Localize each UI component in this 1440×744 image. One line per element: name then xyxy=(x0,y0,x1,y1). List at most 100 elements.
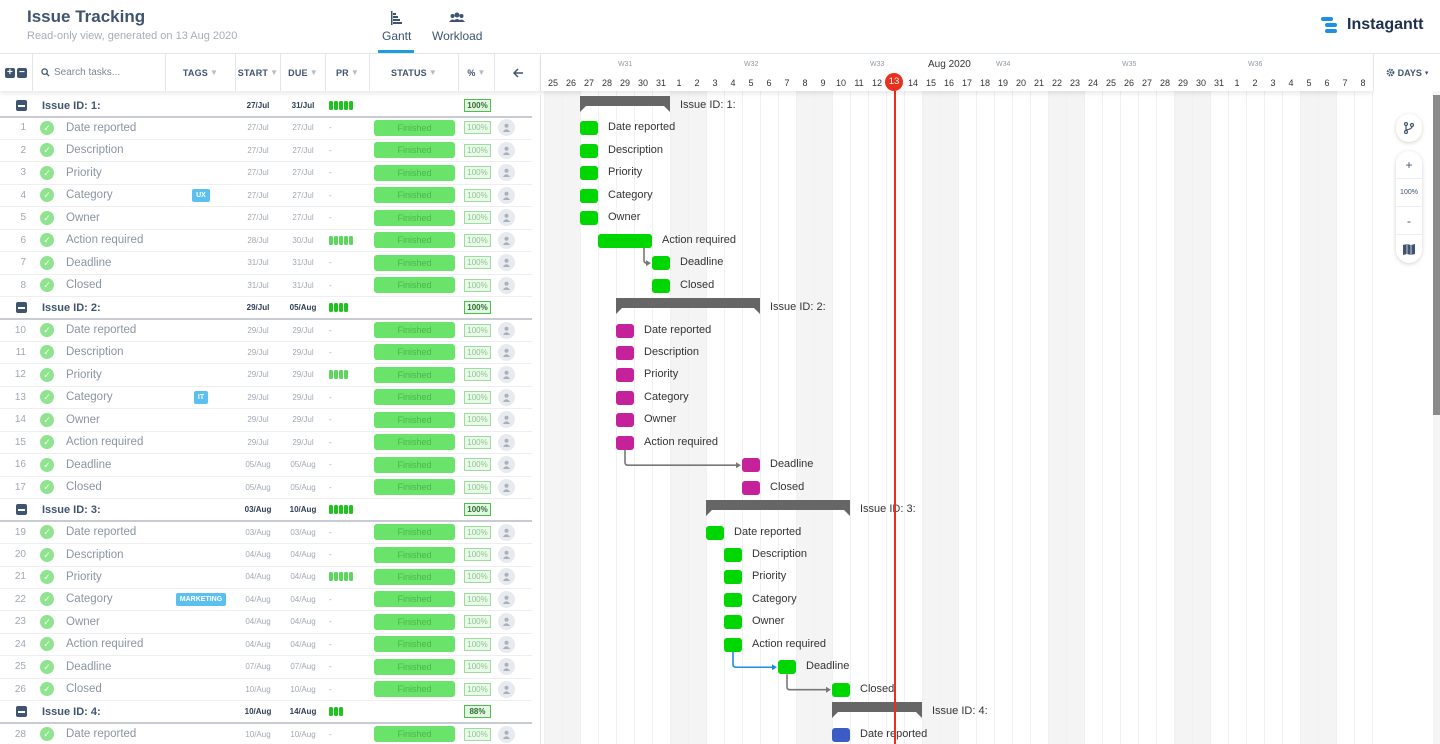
task-name[interactable]: Category xyxy=(66,387,113,408)
status-cell[interactable]: Finished xyxy=(374,611,455,632)
due-date[interactable]: 04/Aug xyxy=(281,634,325,655)
due-date[interactable]: 29/Jul xyxy=(281,432,325,453)
assignee-cell[interactable] xyxy=(498,522,516,543)
task-name[interactable]: Closed xyxy=(66,477,102,498)
start-date[interactable]: 03/Aug xyxy=(236,522,280,543)
due-date[interactable]: 29/Jul xyxy=(281,342,325,363)
status-cell[interactable]: Finished xyxy=(374,185,455,206)
complete-checkbox[interactable]: ✓ xyxy=(40,140,56,161)
task-row[interactable]: 8 ✓ Closed 31/Jul 31/Jul - Finished 100% xyxy=(0,275,532,298)
task-name[interactable]: Priority xyxy=(66,162,102,183)
group-row[interactable]: Issue ID: 2: 29/Jul 05/Aug 100% xyxy=(0,297,532,320)
priority-cell[interactable] xyxy=(326,95,370,116)
assignee-cell[interactable] xyxy=(498,566,516,587)
group-row[interactable]: Issue ID: 4: 10/Aug 14/Aug 88% xyxy=(0,701,532,724)
priority-cell[interactable] xyxy=(326,297,370,318)
status-cell[interactable]: Finished xyxy=(374,544,455,565)
assignee-cell[interactable] xyxy=(498,634,516,655)
assignee-cell[interactable] xyxy=(498,679,516,700)
status-cell[interactable]: Finished xyxy=(374,432,455,453)
collapse-all-button[interactable]: − xyxy=(17,67,27,78)
task-name[interactable]: Owner xyxy=(66,409,100,430)
task-row[interactable]: 22 ✓ Category MARKETING 04/Aug 04/Aug - Finishe… xyxy=(0,589,532,612)
due-date[interactable]: 04/Aug xyxy=(281,611,325,632)
task-name[interactable]: Deadline xyxy=(66,454,111,475)
complete-checkbox[interactable]: ✓ xyxy=(40,679,56,700)
task-name[interactable]: Closed xyxy=(66,679,102,700)
task-name[interactable]: Description xyxy=(66,140,124,161)
status-cell[interactable]: Finished xyxy=(374,162,455,183)
assignee-cell[interactable] xyxy=(498,252,516,273)
assignee-cell[interactable] xyxy=(498,387,516,408)
branch-button[interactable] xyxy=(1396,114,1422,142)
brand-logo[interactable]: Instagantt xyxy=(1321,16,1423,34)
complete-checkbox[interactable]: ✓ xyxy=(40,162,56,183)
priority-cell[interactable] xyxy=(326,499,370,520)
start-date[interactable]: 05/Aug xyxy=(236,454,280,475)
start-date[interactable]: 03/Aug xyxy=(236,499,280,520)
complete-checkbox[interactable]: ✓ xyxy=(40,275,56,296)
due-date[interactable]: 29/Jul xyxy=(281,320,325,341)
start-date[interactable]: 10/Aug xyxy=(236,679,280,700)
column-header-pr[interactable]: PR ▼ xyxy=(326,54,370,91)
status-cell[interactable]: Finished xyxy=(374,477,455,498)
priority-cell[interactable] xyxy=(326,701,370,722)
dependency-line[interactable] xyxy=(786,674,827,691)
priority-cell[interactable]: - xyxy=(326,185,370,206)
dependency-toggle[interactable] xyxy=(1396,114,1422,142)
group-row[interactable]: Issue ID: 1: 27/Jul 31/Jul 100% xyxy=(0,95,532,118)
column-header-percent[interactable]: % ▼ xyxy=(459,54,495,91)
due-date[interactable]: 29/Jul xyxy=(281,387,325,408)
start-date[interactable]: 31/Jul xyxy=(236,275,280,296)
task-row[interactable]: 17 ✓ Closed 05/Aug 05/Aug - Finished 100% xyxy=(0,477,532,500)
assignee-cell[interactable] xyxy=(498,477,516,498)
task-row[interactable]: 12 ✓ Priority 29/Jul 29/Jul Finished 100% xyxy=(0,364,532,387)
task-row[interactable]: 2 ✓ Description 27/Jul 27/Jul - Finished 100% xyxy=(0,140,532,163)
priority-cell[interactable]: - xyxy=(326,454,370,475)
start-date[interactable]: 27/Jul xyxy=(236,140,280,161)
start-date[interactable]: 05/Aug xyxy=(236,477,280,498)
start-date[interactable]: 29/Jul xyxy=(236,432,280,453)
due-date[interactable]: 27/Jul xyxy=(281,140,325,161)
status-cell[interactable]: Finished xyxy=(374,589,455,610)
column-header-tags[interactable]: TAGS ▼ xyxy=(166,54,236,91)
due-date[interactable]: 27/Jul xyxy=(281,185,325,206)
complete-checkbox[interactable]: ✓ xyxy=(40,634,56,655)
task-name[interactable]: Category xyxy=(66,185,113,206)
start-date[interactable]: 04/Aug xyxy=(236,611,280,632)
due-date[interactable]: 05/Aug xyxy=(281,477,325,498)
task-row[interactable]: 28 ✓ Date reported 10/Aug 10/Aug - Finished 100… xyxy=(0,724,532,744)
task-row[interactable]: 5 ✓ Owner 27/Jul 27/Jul - Finished 100% xyxy=(0,207,532,230)
task-row[interactable]: 25 ✓ Deadline 07/Aug 07/Aug - Finished 100% xyxy=(0,656,532,679)
due-date[interactable]: 03/Aug xyxy=(281,522,325,543)
task-name[interactable]: Priority xyxy=(66,364,102,385)
priority-cell[interactable]: - xyxy=(326,342,370,363)
start-date[interactable]: 27/Jul xyxy=(236,162,280,183)
task-row[interactable]: 20 ✓ Description 04/Aug 04/Aug - Finished 100% xyxy=(0,544,532,567)
due-date[interactable]: 04/Aug xyxy=(281,589,325,610)
task-name[interactable]: Priority xyxy=(66,566,102,587)
priority-cell[interactable]: - xyxy=(326,589,370,610)
assignee-cell[interactable] xyxy=(498,724,516,744)
filter-icon[interactable]: ▼ xyxy=(478,68,486,77)
start-date[interactable]: 10/Aug xyxy=(236,701,280,722)
start-date[interactable]: 04/Aug xyxy=(236,566,280,587)
due-date[interactable]: 04/Aug xyxy=(281,566,325,587)
task-row[interactable]: 16 ✓ Deadline 05/Aug 05/Aug - Finished 100% xyxy=(0,454,532,477)
task-row[interactable]: 4 ✓ Category UX 27/Jul 27/Jul - Finished 100% xyxy=(0,185,532,208)
status-cell[interactable]: Finished xyxy=(374,724,455,744)
task-row[interactable]: 19 ✓ Date reported 03/Aug 03/Aug - Finished 100… xyxy=(0,522,532,545)
expand-all-button[interactable]: + xyxy=(5,67,15,78)
status-cell[interactable]: Finished xyxy=(374,275,455,296)
due-date[interactable]: 04/Aug xyxy=(281,544,325,565)
assignee-cell[interactable] xyxy=(498,454,516,475)
complete-checkbox[interactable]: ✓ xyxy=(40,230,56,251)
status-cell[interactable]: Finished xyxy=(374,117,455,138)
filter-icon[interactable]: ▼ xyxy=(351,68,359,77)
task-name[interactable]: Date reported xyxy=(66,117,136,138)
start-date[interactable]: 04/Aug xyxy=(236,589,280,610)
due-date[interactable]: 31/Jul xyxy=(281,252,325,273)
task-name[interactable]: Date reported xyxy=(66,522,136,543)
tag-badge[interactable]: UX xyxy=(192,188,210,202)
assignee-cell[interactable] xyxy=(498,611,516,632)
